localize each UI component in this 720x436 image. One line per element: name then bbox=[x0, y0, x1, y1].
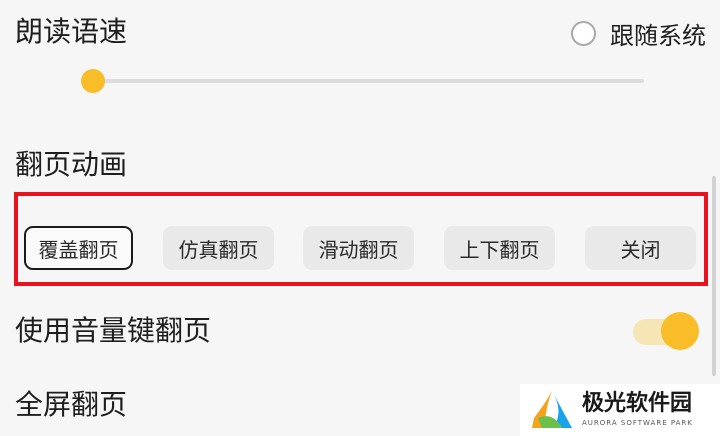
mode-cover-button[interactable]: 覆盖翻页 bbox=[24, 226, 133, 270]
page-animation-title: 翻页动画 bbox=[15, 148, 128, 181]
follow-system-radio[interactable] bbox=[571, 20, 596, 46]
follow-system-label: 跟随系统 bbox=[610, 21, 706, 50]
volume-key-flip-title: 使用音量键翻页 bbox=[15, 314, 212, 347]
aurora-logo-icon bbox=[532, 390, 572, 428]
mode-slide-button[interactable]: 滑动翻页 bbox=[303, 226, 414, 270]
speech-speed-slider[interactable] bbox=[81, 69, 644, 93]
scrollbar[interactable] bbox=[712, 176, 716, 376]
mode-off-button[interactable]: 关闭 bbox=[585, 226, 696, 270]
follow-system-option[interactable]: 跟随系统 bbox=[571, 15, 706, 51]
slider-track bbox=[82, 79, 644, 83]
watermark: 极光软件园 AURORA SOFTWARE PARK bbox=[520, 384, 720, 436]
watermark-name-cn: 极光软件园 bbox=[582, 391, 693, 416]
watermark-name-en: AURORA SOFTWARE PARK bbox=[582, 419, 693, 427]
mode-vertical-button[interactable]: 上下翻页 bbox=[444, 226, 555, 270]
toggle-knob bbox=[661, 312, 699, 350]
slider-thumb[interactable] bbox=[81, 69, 105, 93]
speech-speed-title: 朗读语速 bbox=[15, 15, 128, 48]
mode-simulation-button[interactable]: 仿真翻页 bbox=[163, 226, 274, 270]
fullscreen-flip-title: 全屏翻页 bbox=[15, 388, 128, 421]
